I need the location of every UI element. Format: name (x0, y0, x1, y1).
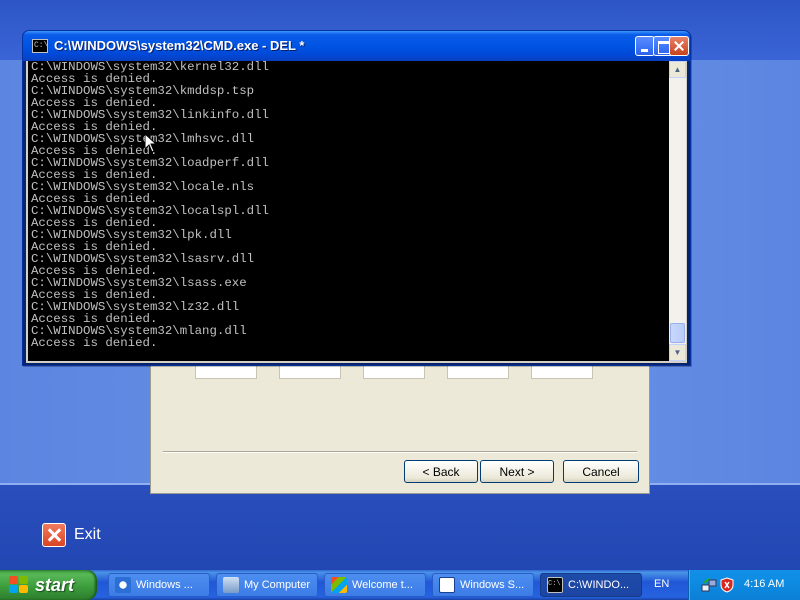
console-line: Access is denied. (31, 336, 158, 350)
taskbar-item-my-computer[interactable]: My Computer (216, 573, 318, 597)
console-output[interactable]: C:\WINDOWS\system32\kernel32.dll Access i… (28, 61, 669, 361)
taskbar-item-label: Windows ... (136, 579, 193, 591)
next-button[interactable]: Next > (480, 460, 554, 483)
taskbar-item-welcome[interactable]: Welcome t... (324, 573, 426, 597)
cmd-titlebar[interactable]: C:\ C:\WINDOWS\system32\CMD.exe - DEL * (23, 31, 690, 61)
minimize-button[interactable] (635, 36, 655, 56)
window-icon (439, 577, 455, 593)
start-label: start (35, 574, 75, 595)
taskbar-item-label: C:\WINDO... (568, 579, 630, 591)
taskbar-item-label: Welcome t... (352, 579, 413, 591)
clock[interactable]: 4:16 AM (744, 578, 784, 590)
exit-button[interactable]: Exit (42, 523, 101, 547)
scrollbar-thumb[interactable] (670, 323, 685, 343)
wizard-separator (163, 451, 637, 453)
security-shield-icon[interactable] (719, 577, 735, 593)
cancel-button[interactable]: Cancel (563, 460, 639, 483)
cmd-window[interactable]: C:\ C:\WINDOWS\system32\CMD.exe - DEL * … (22, 30, 691, 366)
taskbar-item-label: My Computer (244, 579, 311, 591)
cmd-client-area: C:\WINDOWS\system32\kernel32.dll Access i… (26, 61, 687, 363)
window-title: C:\WINDOWS\system32\CMD.exe - DEL * (54, 38, 305, 53)
exit-label: Exit (74, 526, 101, 543)
cmd-icon: C:\ (547, 577, 563, 593)
close-button[interactable] (669, 36, 689, 56)
taskbar-item-label: Windows S... (460, 579, 525, 591)
taskbar-item-windows-setup[interactable]: Windows S... (432, 573, 534, 597)
welcome-icon (331, 577, 347, 593)
windows-logo-icon (9, 576, 29, 594)
language-indicator[interactable]: EN (654, 578, 669, 590)
scroll-up-arrow-icon[interactable]: ▲ (669, 61, 686, 78)
backdrop-bottom-band (0, 485, 800, 570)
start-button[interactable]: start (0, 570, 97, 600)
back-button[interactable]: < Back (404, 460, 478, 483)
taskbar-item-cmd[interactable]: C:\ C:\WINDO... (540, 573, 642, 597)
vertical-scrollbar[interactable]: ▲ ▼ (669, 61, 686, 361)
taskbar-item-windows-update[interactable]: Windows ... (108, 573, 210, 597)
scroll-down-arrow-icon[interactable]: ▼ (669, 344, 686, 361)
my-computer-icon (223, 577, 239, 593)
taskbar: start Windows ... My Computer Welcome t.… (0, 570, 800, 600)
system-tray: 4:16 AM (688, 570, 800, 600)
close-icon (42, 523, 66, 547)
network-icon[interactable] (701, 577, 717, 593)
cmd-icon[interactable]: C:\ (32, 39, 48, 53)
mouse-cursor-icon (145, 134, 157, 153)
windows-update-icon (115, 577, 131, 593)
